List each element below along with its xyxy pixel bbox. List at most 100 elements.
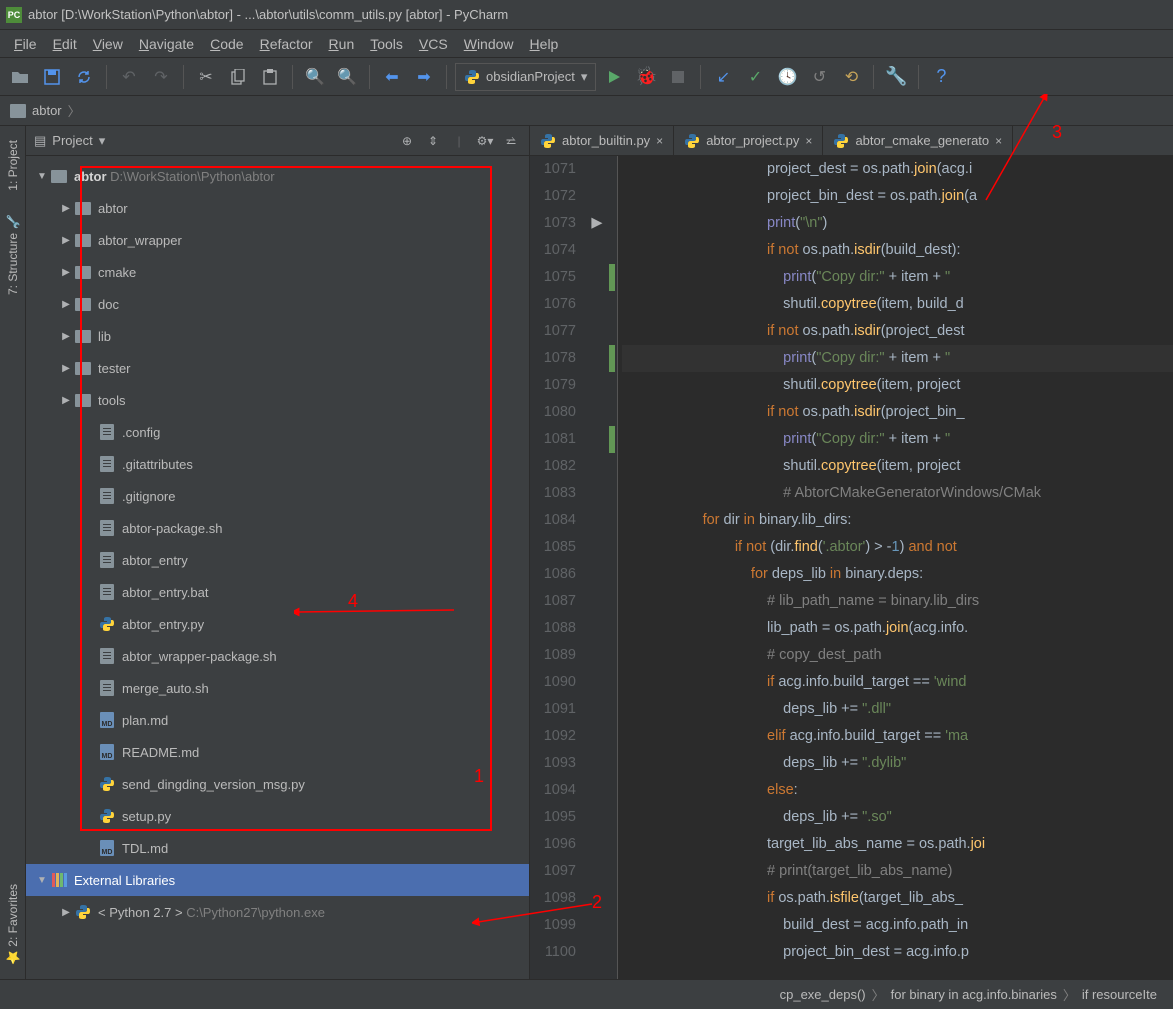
settings-gear-icon[interactable]: ⚙▾ bbox=[475, 131, 495, 151]
editor-tab-abtor_cmake_generato[interactable]: abtor_cmake_generato × bbox=[823, 126, 1013, 155]
dropdown-icon[interactable]: ▾ bbox=[99, 133, 106, 149]
left-tool-rail: 1: Project 7: Structure 🔧 ⭐ 2: Favorites bbox=[0, 126, 26, 979]
run-button[interactable] bbox=[600, 63, 628, 91]
expand-arrow-icon[interactable]: ▼ bbox=[36, 875, 48, 886]
editor-tab-abtor_builtin-py[interactable]: abtor_builtin.py× bbox=[530, 126, 674, 155]
tree-file-send_dingding_version_msg-py[interactable]: send_dingding_version_msg.py bbox=[26, 768, 529, 800]
menu-run[interactable]: Run bbox=[321, 32, 363, 56]
editor-tabs: abtor_builtin.py×abtor_project.py×abtor_… bbox=[530, 126, 1173, 156]
collapse-all-button[interactable]: ⇕ bbox=[423, 131, 443, 151]
copy-button[interactable] bbox=[224, 63, 252, 91]
tree-file-abtor_entry-py[interactable]: abtor_entry.py bbox=[26, 608, 529, 640]
close-icon[interactable]: × bbox=[656, 134, 663, 148]
expand-arrow-icon[interactable]: ▶ bbox=[60, 299, 72, 310]
menu-edit[interactable]: Edit bbox=[45, 32, 85, 56]
expand-arrow-icon[interactable]: ▶ bbox=[60, 331, 72, 342]
menu-vcs[interactable]: VCS bbox=[411, 32, 456, 56]
tree-file--gitignore[interactable]: .gitignore bbox=[26, 480, 529, 512]
tree-folder-doc[interactable]: ▶doc bbox=[26, 288, 529, 320]
run-config-dropdown[interactable]: obsidianProject ▾ bbox=[455, 63, 596, 91]
item-icon bbox=[98, 456, 116, 472]
tree-file-abtor_entry[interactable]: abtor_entry bbox=[26, 544, 529, 576]
tree-file--gitattributes[interactable]: .gitattributes bbox=[26, 448, 529, 480]
tree-file-abtor_entry-bat[interactable]: abtor_entry.bat bbox=[26, 576, 529, 608]
expand-arrow-icon[interactable]: ▶ bbox=[60, 235, 72, 246]
hide-button[interactable]: ⥨ bbox=[501, 131, 521, 151]
replace-button[interactable]: 🔍 bbox=[333, 63, 361, 91]
code-content[interactable]: project_dest = os.path.join(acg.i projec… bbox=[618, 156, 1173, 979]
menu-help[interactable]: Help bbox=[522, 32, 567, 56]
menu-window[interactable]: Window bbox=[456, 32, 522, 56]
tree-file-setup-py[interactable]: setup.py bbox=[26, 800, 529, 832]
tree-file-TDL-md[interactable]: MDTDL.md bbox=[26, 832, 529, 864]
item-label: abtor_wrapper bbox=[98, 233, 182, 248]
tree-file--config[interactable]: .config bbox=[26, 416, 529, 448]
expand-arrow-icon[interactable]: ▶ bbox=[60, 267, 72, 278]
find-button[interactable]: 🔍 bbox=[301, 63, 329, 91]
locate-button[interactable]: ⊕ bbox=[397, 131, 417, 151]
item-label: .gitattributes bbox=[122, 457, 193, 472]
menu-file[interactable]: File bbox=[6, 32, 45, 56]
vcs-revert-button[interactable]: ↺ bbox=[805, 63, 833, 91]
expand-arrow-icon[interactable]: ▶ bbox=[60, 203, 72, 214]
tree-folder-tester[interactable]: ▶tester bbox=[26, 352, 529, 384]
vcs-rollback-button[interactable]: ⟲ bbox=[837, 63, 865, 91]
tree-folder-abtor_wrapper[interactable]: ▶ abtor_wrapper bbox=[26, 224, 529, 256]
expand-arrow-icon[interactable]: ▼ bbox=[36, 171, 48, 182]
settings-button[interactable]: 🔧 bbox=[882, 63, 910, 91]
close-icon[interactable]: × bbox=[995, 134, 1002, 148]
tree-file-abtor_wrapper-package-sh[interactable]: abtor_wrapper-package.sh bbox=[26, 640, 529, 672]
tree-file-plan-md[interactable]: MDplan.md bbox=[26, 704, 529, 736]
expand-arrow-icon[interactable]: ▶ bbox=[60, 363, 72, 374]
close-icon[interactable]: × bbox=[805, 134, 812, 148]
tree-python-sdk[interactable]: ▶< Python 2.7 > C:\Python27\python.exe bbox=[26, 896, 529, 928]
menu-tools[interactable]: Tools bbox=[362, 32, 411, 56]
undo-button[interactable]: ↶ bbox=[115, 63, 143, 91]
redo-button[interactable]: ↷ bbox=[147, 63, 175, 91]
menu-view[interactable]: View bbox=[85, 32, 131, 56]
editor-tab-abtor_project-py[interactable]: abtor_project.py× bbox=[674, 126, 823, 155]
tree-folder-tools[interactable]: ▶tools bbox=[26, 384, 529, 416]
tree-folder-abtor[interactable]: ▶abtor bbox=[26, 192, 529, 224]
sync-button[interactable] bbox=[70, 63, 98, 91]
tree-folder-lib[interactable]: ▶lib bbox=[26, 320, 529, 352]
menu-refactor[interactable]: Refactor bbox=[252, 32, 321, 56]
project-icon: ▤ bbox=[34, 133, 46, 149]
tree-root[interactable]: ▼abtor D:\WorkStation\Python\abtor bbox=[26, 160, 529, 192]
code-breadcrumb[interactable]: cp_exe_deps() bbox=[774, 987, 872, 1002]
tree-file-abtor-package-sh[interactable]: abtor-package.sh bbox=[26, 512, 529, 544]
code-breadcrumb[interactable]: for binary in acg.info.binaries bbox=[885, 987, 1063, 1002]
rail-project-button[interactable]: 1: Project bbox=[4, 130, 22, 201]
code-breadcrumb[interactable]: if resourceIte bbox=[1076, 987, 1163, 1002]
menu-code[interactable]: Code bbox=[202, 32, 251, 56]
save-all-button[interactable] bbox=[38, 63, 66, 91]
tree-folder-cmake[interactable]: ▶cmake bbox=[26, 256, 529, 288]
rail-favorites-button[interactable]: ⭐ 2: Favorites bbox=[4, 874, 22, 975]
tab-label: abtor_cmake_generato bbox=[855, 133, 989, 148]
forward-button[interactable]: ➡ bbox=[410, 63, 438, 91]
vcs-history-button[interactable]: 🕓 bbox=[773, 63, 801, 91]
item-icon bbox=[74, 392, 92, 408]
breadcrumb-root[interactable]: abtor bbox=[32, 103, 62, 118]
debug-button[interactable]: 🐞 bbox=[632, 63, 660, 91]
expand-arrow-icon[interactable]: ▶ bbox=[60, 395, 72, 406]
tree-file-README-md[interactable]: MDREADME.md bbox=[26, 736, 529, 768]
project-panel: ▤ Project ▾ ⊕ ⇕ | ⚙▾ ⥨ ▼abtor D:\WorkSta… bbox=[26, 126, 530, 979]
window-title: abtor [D:\WorkStation\Python\abtor] - ..… bbox=[28, 7, 508, 22]
help-button[interactable]: ? bbox=[927, 63, 955, 91]
expand-arrow-icon[interactable]: ▶ bbox=[60, 907, 72, 918]
vcs-update-button[interactable]: ↙ bbox=[709, 63, 737, 91]
menu-navigate[interactable]: Navigate bbox=[131, 32, 202, 56]
rail-structure-button[interactable]: 7: Structure 🔧 bbox=[4, 205, 22, 305]
cut-button[interactable]: ✂ bbox=[192, 63, 220, 91]
tree-external-libraries[interactable]: ▼External Libraries bbox=[26, 864, 529, 896]
item-icon bbox=[74, 904, 92, 920]
project-tree[interactable]: ▼abtor D:\WorkStation\Python\abtor▶abtor… bbox=[26, 156, 529, 979]
vcs-commit-button[interactable]: ✓ bbox=[741, 63, 769, 91]
paste-button[interactable] bbox=[256, 63, 284, 91]
back-button[interactable]: ⬅ bbox=[378, 63, 406, 91]
stop-button[interactable] bbox=[664, 63, 692, 91]
tree-file-merge_auto-sh[interactable]: merge_auto.sh bbox=[26, 672, 529, 704]
open-button[interactable] bbox=[6, 63, 34, 91]
editor-body[interactable]: 1071107210731074107510761077107810791080… bbox=[530, 156, 1173, 979]
